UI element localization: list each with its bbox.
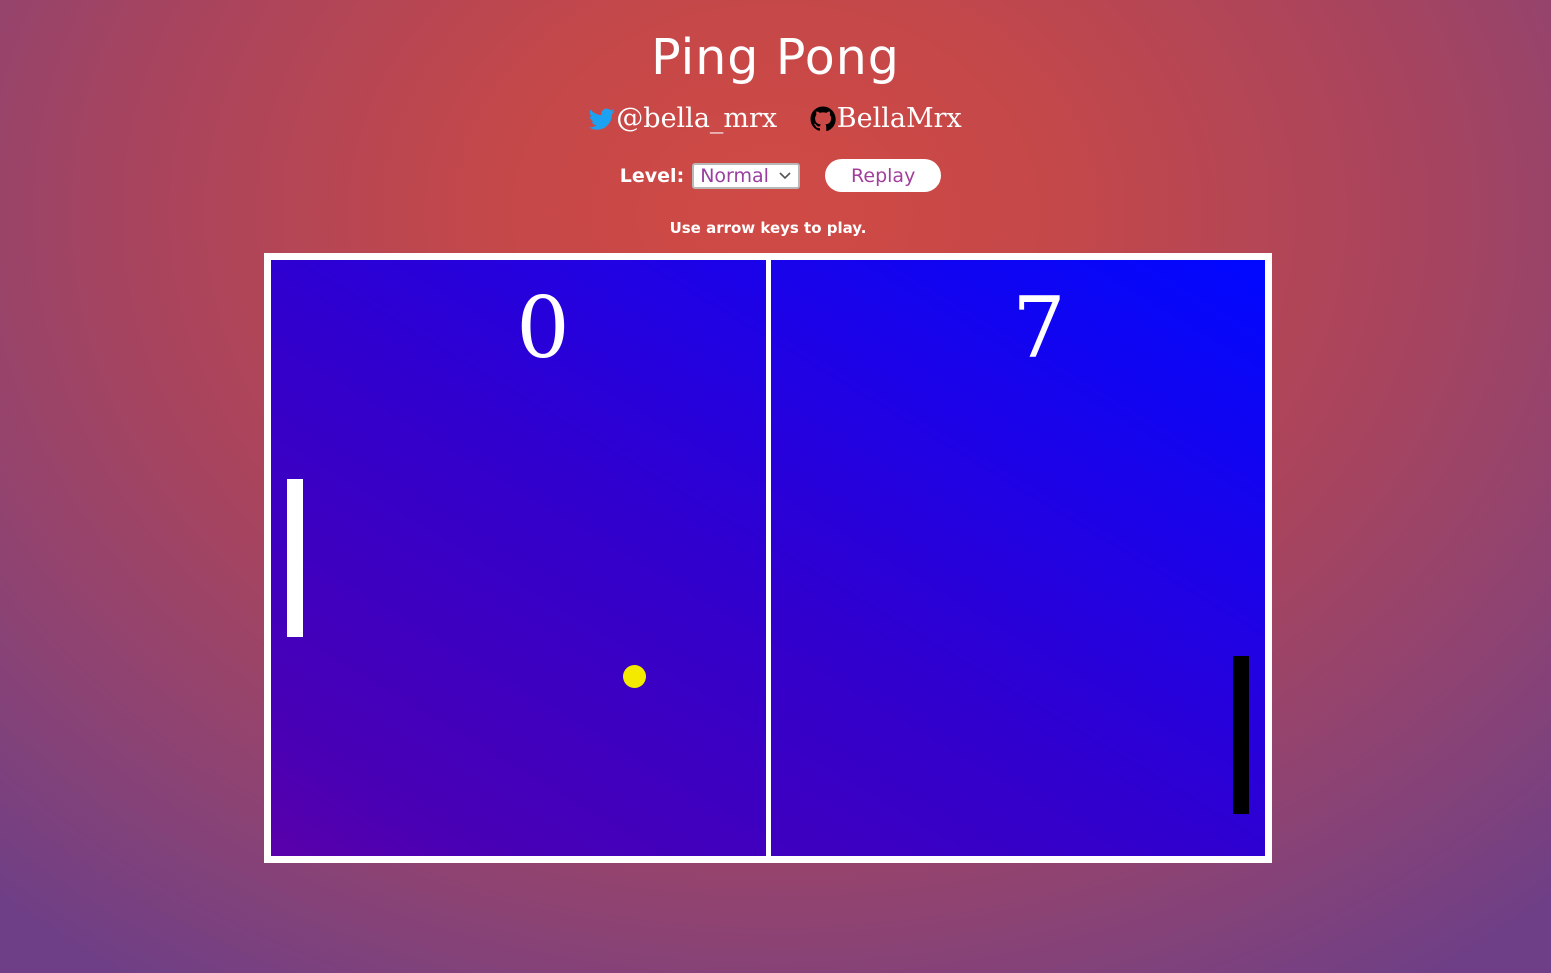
level-label: Level:	[619, 164, 685, 187]
ball	[623, 665, 646, 688]
player-score: 0	[516, 279, 570, 377]
player-paddle	[287, 479, 303, 637]
github-icon	[810, 106, 836, 132]
chevron-down-icon	[778, 171, 792, 181]
twitter-link[interactable]: @bella_mrx	[589, 102, 777, 136]
game-board[interactable]: 0 7	[264, 253, 1272, 863]
game-court: 0 7	[271, 260, 1265, 856]
replay-button[interactable]: Replay	[825, 159, 942, 192]
page-title: Ping Pong	[651, 29, 900, 86]
twitter-icon	[589, 106, 615, 132]
game-controls: Level: Normal Replay	[0, 159, 1551, 192]
twitter-handle: @bella_mrx	[616, 103, 778, 134]
level-select-value: Normal	[700, 164, 769, 187]
level-select[interactable]: Normal	[692, 162, 801, 189]
github-link[interactable]: BellaMrx	[810, 102, 962, 136]
center-net	[766, 260, 771, 856]
instructions-text: Use arrow keys to play.	[669, 219, 867, 237]
social-links: @bella_mrx BellaMrx	[0, 102, 1551, 141]
opponent-paddle	[1233, 656, 1249, 814]
github-handle: BellaMrx	[836, 103, 962, 134]
opponent-score: 7	[1012, 279, 1066, 377]
